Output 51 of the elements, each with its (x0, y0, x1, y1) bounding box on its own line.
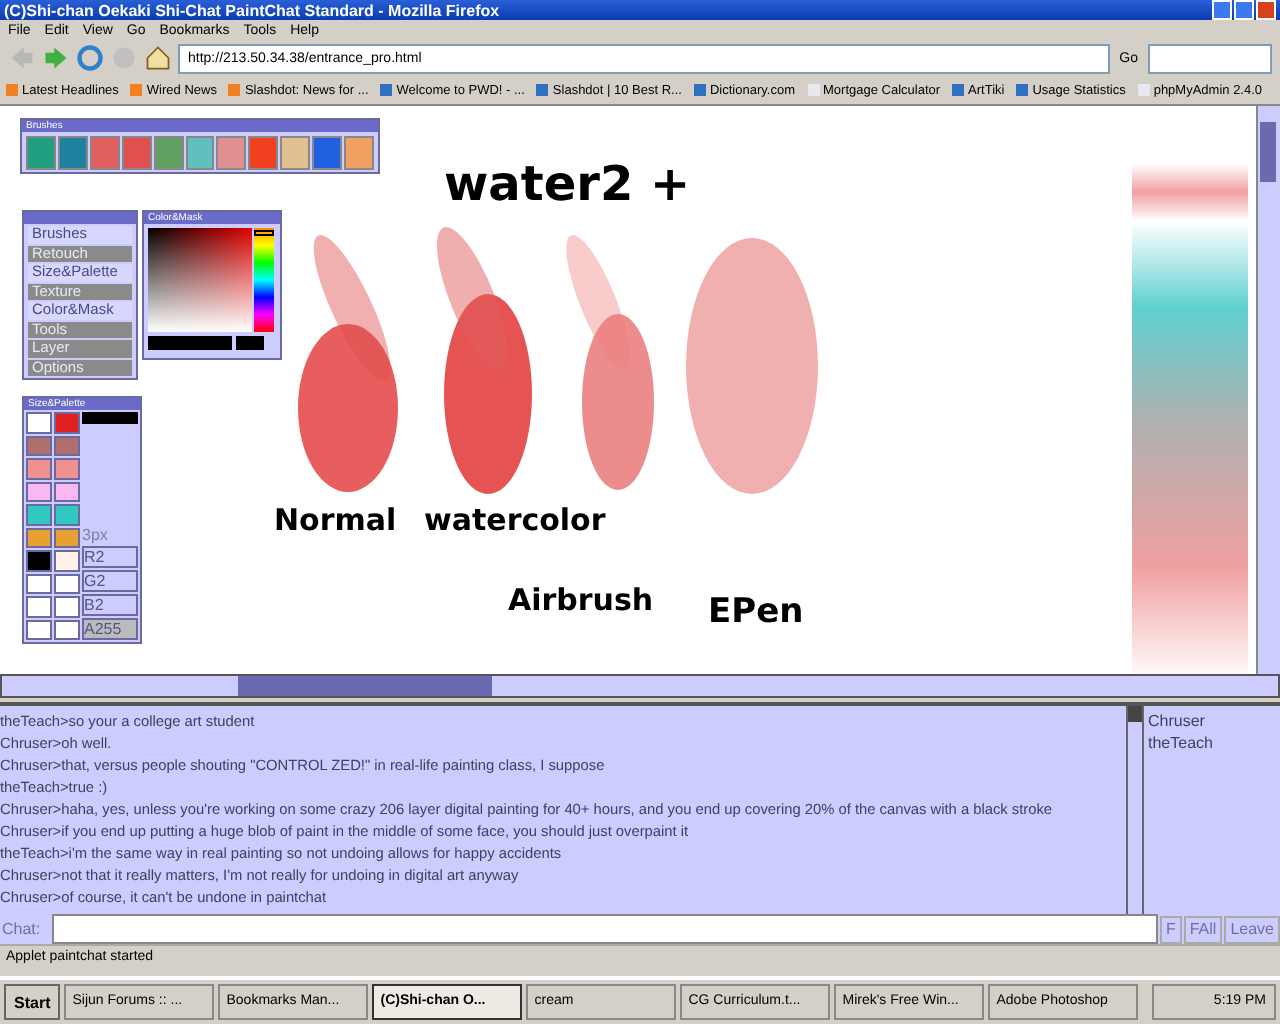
color-swatch[interactable] (26, 435, 52, 456)
channel-value[interactable]: B2 (82, 594, 138, 616)
horizontal-scrollbar[interactable] (0, 674, 1280, 698)
close-button[interactable] (1256, 0, 1276, 20)
minimize-button[interactable] (1212, 0, 1232, 20)
handwritten-title: water2 + (444, 156, 691, 212)
mask-preview (236, 336, 264, 350)
hue-slider[interactable] (254, 228, 274, 332)
window-title: (C)Shi-chan Oekaki Shi-Chat PaintChat Standard - Mozilla Firefox (4, 1, 500, 19)
color-swatch[interactable] (26, 550, 52, 571)
home-icon[interactable] (144, 44, 172, 72)
brush-size-value: 3px (82, 526, 110, 544)
color-swatch[interactable] (54, 481, 80, 502)
color-swatch[interactable] (54, 550, 80, 571)
channel-value[interactable]: R2 (82, 546, 138, 568)
handwritten-label: Airbrush (508, 582, 654, 618)
color-swatch[interactable] (54, 435, 80, 456)
color-swatch[interactable] (54, 619, 80, 640)
chat-label: Chat: (2, 920, 43, 938)
color-swatch[interactable] (54, 504, 80, 525)
handwritten-label: watercolor (424, 502, 606, 538)
channel-value[interactable]: A255 (82, 618, 138, 640)
channel-value[interactable]: G2 (82, 570, 138, 592)
user-name[interactable]: Chruser (1148, 710, 1276, 732)
user-name[interactable]: theTeach (1148, 732, 1276, 754)
color-swatch[interactable] (54, 596, 80, 617)
color-swatch[interactable] (26, 412, 52, 433)
color-swatch[interactable] (26, 619, 52, 640)
handwritten-label: Normal (274, 502, 397, 538)
color-swatch[interactable] (54, 458, 80, 479)
forward-arrow-icon[interactable] (42, 44, 70, 72)
hue-marker[interactable] (254, 229, 274, 236)
chat-scrollbar[interactable] (1126, 706, 1144, 914)
color-swatch[interactable] (26, 481, 52, 502)
size-slider-fill[interactable] (82, 412, 138, 424)
color-swatch[interactable] (26, 504, 52, 525)
chat-input[interactable] (52, 914, 1158, 944)
color-swatch[interactable] (26, 527, 52, 548)
handwritten-label: EPen (708, 592, 804, 632)
color-picker-field[interactable] (148, 228, 252, 332)
start-button[interactable]: Start (4, 984, 61, 1020)
maximize-button[interactable] (1234, 0, 1254, 20)
color-swatch[interactable] (26, 458, 52, 479)
vertical-scrollbar[interactable] (1256, 106, 1280, 674)
color-preview (148, 336, 232, 350)
color-swatch[interactable] (54, 527, 80, 548)
color-swatch[interactable] (54, 412, 80, 433)
color-swatch[interactable] (54, 573, 80, 594)
color-swatch[interactable] (26, 596, 52, 617)
search-field[interactable] (1148, 43, 1272, 73)
color-swatch[interactable] (26, 573, 52, 594)
